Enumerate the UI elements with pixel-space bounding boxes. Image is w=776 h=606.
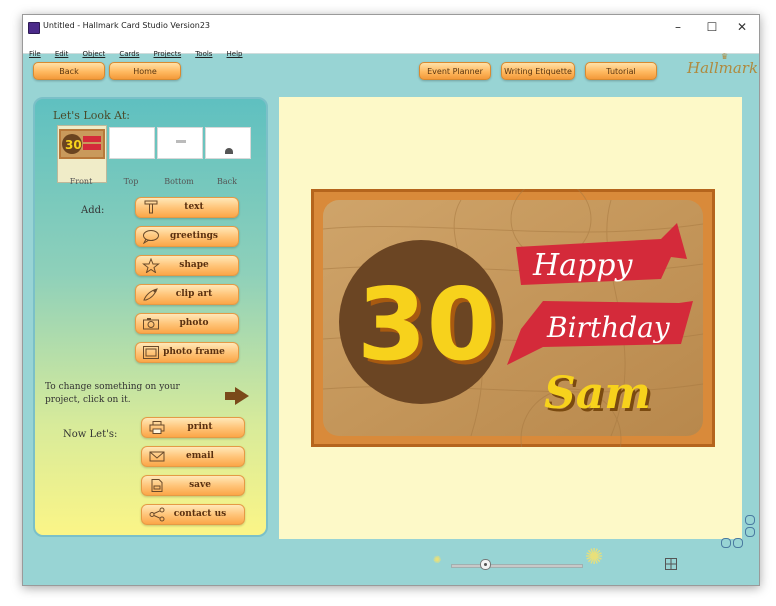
- now-lets-label: Now Let's:: [63, 429, 118, 440]
- minimize-button[interactable]: –: [663, 17, 693, 37]
- zoom-slider-track[interactable]: [451, 564, 583, 568]
- zoom-slider-thumb[interactable]: [480, 559, 491, 570]
- menu-file[interactable]: File: [29, 48, 41, 60]
- front-preview-icon: 30: [59, 129, 105, 159]
- add-photo-button[interactable]: photo: [135, 313, 239, 334]
- email-button[interactable]: email: [141, 446, 245, 467]
- print-button[interactable]: print: [141, 417, 245, 438]
- save-button[interactable]: save: [141, 475, 245, 496]
- crown-icon: ♛: [721, 52, 729, 61]
- add-clip-art-button[interactable]: clip art: [135, 284, 239, 305]
- svg-text:30: 30: [65, 138, 82, 152]
- view-label-top: Top: [123, 177, 139, 186]
- zoom-out-icon[interactable]: ✺: [433, 555, 441, 566]
- edit-hint-text: To change something on your project, cli…: [45, 382, 180, 405]
- menu-object[interactable]: Object: [82, 48, 105, 60]
- back-preview-mark: [225, 148, 233, 154]
- event-planner-button[interactable]: Event Planner: [419, 62, 491, 80]
- menu-projects[interactable]: Projects: [154, 48, 182, 60]
- menu-cards[interactable]: Cards: [119, 48, 139, 60]
- view-label-back: Back: [217, 177, 237, 186]
- menu-tools[interactable]: Tools: [195, 48, 212, 60]
- grid-view-glyph: [665, 558, 677, 570]
- contact-us-button[interactable]: contact us: [141, 504, 245, 525]
- menu-bar: File Edit Object Cards Projects Tools He…: [23, 41, 759, 58]
- view-label-front: Front: [69, 177, 93, 186]
- title-bar: Untitled - Hallmark Card Studio Version2…: [23, 15, 759, 41]
- back-button[interactable]: Back: [33, 62, 105, 80]
- app-window: Untitled - Hallmark Card Studio Version2…: [22, 14, 760, 586]
- look-at-title: Let's Look At:: [53, 109, 130, 122]
- card-line1: Happy: [532, 248, 633, 283]
- menu-help[interactable]: Help: [227, 48, 243, 60]
- add-photo-frame-button[interactable]: photo frame: [135, 342, 239, 363]
- hallmark-logo: ♛ Hallmark: [687, 52, 759, 77]
- zoom-thumb-dot: [484, 563, 487, 566]
- tutorial-button[interactable]: Tutorial: [585, 62, 657, 80]
- card-name: Sam: [544, 368, 651, 419]
- view-top-thumbnail[interactable]: [109, 127, 155, 159]
- add-label: Add:: [81, 205, 105, 216]
- close-button[interactable]: ✕: [727, 17, 757, 37]
- view-back-thumbnail[interactable]: [205, 127, 251, 159]
- card-preview[interactable]: 30 30 Happy Birthday Sam Sam: [311, 189, 715, 447]
- view-bottom-thumbnail[interactable]: [157, 127, 203, 159]
- scroll-down-icon[interactable]: [745, 527, 755, 537]
- view-label-bottom: Bottom: [164, 177, 194, 186]
- add-text-button[interactable]: text: [135, 197, 239, 218]
- app-icon: [28, 22, 40, 34]
- bottom-preview-mark: [176, 140, 186, 143]
- menu-edit[interactable]: Edit: [55, 48, 69, 60]
- grid-view-icon[interactable]: [665, 555, 677, 570]
- maximize-button[interactable]: ☐: [697, 17, 727, 37]
- bottom-bar: ✺ ✺: [23, 543, 759, 587]
- card-number: 30: [357, 266, 496, 383]
- writing-etiquette-button[interactable]: Writing Etiquette: [501, 62, 575, 80]
- scroll-up-icon[interactable]: [745, 515, 755, 525]
- view-front-thumbnail[interactable]: 30: [57, 125, 107, 183]
- card-line2: Birthday: [546, 311, 671, 344]
- add-shape-button[interactable]: shape: [135, 255, 239, 276]
- arrow-right-icon: [225, 387, 249, 405]
- zoom-in-icon[interactable]: ✺: [585, 547, 603, 569]
- add-greetings-button[interactable]: greetings: [135, 226, 239, 247]
- left-panel: Let's Look At: 30 Front Top Bottom Back …: [33, 97, 268, 537]
- home-button[interactable]: Home: [109, 62, 181, 80]
- window-title: Untitled - Hallmark Card Studio Version2…: [43, 21, 211, 30]
